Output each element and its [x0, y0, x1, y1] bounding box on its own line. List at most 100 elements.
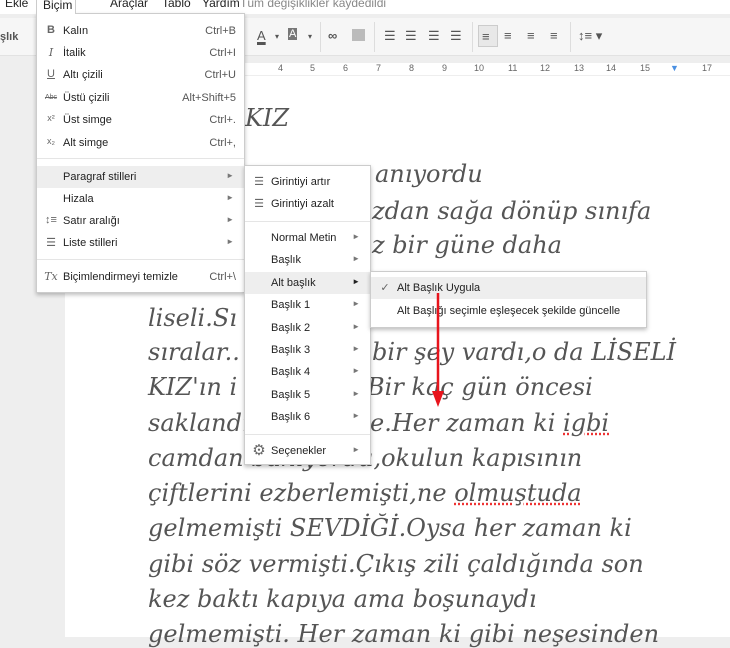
doc-text: saklandı: [148, 409, 250, 437]
align-right-icon[interactable]: ≡: [527, 28, 535, 43]
subscript-icon: x₂: [47, 136, 55, 146]
chevron-right-icon: ►: [352, 366, 360, 375]
style-select[interactable]: şlık: [0, 31, 18, 43]
doc-text: kez baktı kapıya ama boşunaydı: [148, 585, 537, 613]
strikethrough-icon: Abc: [44, 94, 58, 101]
menu-item-heading-5[interactable]: Başlık 5 ►: [245, 384, 370, 406]
ruler-number: 15: [640, 63, 651, 73]
menu-item-bold[interactable]: B Kalın Ctrl+B: [37, 20, 244, 42]
menu-bicim[interactable]: Biçim: [36, 0, 76, 14]
indent-increase-icon[interactable]: ☰: [450, 28, 462, 44]
doc-text: KIZ: [245, 104, 290, 132]
list-icon: ☰: [46, 237, 56, 249]
ruler-number: 7: [376, 63, 382, 73]
chevron-right-icon: ►: [352, 389, 360, 398]
menu-bar: Ekle Araçlar Tablo Yardım Tüm değişiklik…: [0, 0, 730, 14]
indent-decrease-icon[interactable]: ☰: [428, 28, 440, 44]
line-spacing-icon[interactable]: ↕≡ ▾: [578, 28, 602, 44]
bold-icon: B: [47, 24, 55, 36]
doc-text: anıyordu: [375, 160, 483, 188]
save-status: Tüm değişiklikler kaydedildi: [240, 0, 387, 10]
menu-ekle[interactable]: Ekle: [5, 0, 28, 10]
chevron-right-icon: ►: [352, 277, 360, 286]
chevron-right-icon: ►: [226, 237, 234, 246]
menu-item-subtitle[interactable]: Alt başlık ►: [245, 272, 370, 294]
chevron-down-icon[interactable]: ▾: [275, 32, 279, 41]
menu-item-indent-increase[interactable]: ☰ Girintiyi artır: [245, 171, 370, 193]
text-color-icon[interactable]: A: [257, 28, 266, 43]
superscript-icon: x²: [47, 113, 55, 123]
link-icon[interactable]: ∞: [328, 28, 337, 43]
indent-decrease-icon: ☰: [254, 198, 264, 210]
menu-item-italic[interactable]: I İtalik Ctrl+I: [37, 42, 244, 64]
ruler-number: 8: [409, 63, 415, 73]
image-icon[interactable]: [352, 29, 365, 41]
numbered-list-icon[interactable]: ☰: [384, 28, 396, 44]
justify-icon[interactable]: ≡: [550, 28, 558, 43]
menu-item-line-spacing[interactable]: ↕≡ Satır aralığı ►: [37, 210, 244, 232]
doc-text: zdan sağa dönüp sınıfa: [372, 197, 652, 225]
align-center-icon[interactable]: ≡: [504, 28, 512, 43]
menu-item-paragraph-styles[interactable]: Paragraf stilleri ►: [37, 166, 244, 188]
menu-item-title[interactable]: Başlık ►: [245, 249, 370, 271]
ruler-number: 4: [278, 63, 284, 73]
gear-icon: ⚙: [252, 442, 266, 459]
menu-item-apply-subtitle[interactable]: ✓ Alt Başlık Uygula: [371, 277, 646, 299]
highlight-color-icon[interactable]: A: [288, 28, 298, 40]
format-menu: B Kalın Ctrl+B I İtalik Ctrl+I U Altı çizili C…: [36, 13, 245, 293]
menu-item-strikethrough[interactable]: Abc Üstü çizili Alt+Shift+5: [37, 87, 244, 109]
menu-araclar[interactable]: Araçlar: [110, 0, 148, 10]
menu-item-heading-2[interactable]: Başlık 2 ►: [245, 317, 370, 339]
chevron-right-icon: ►: [352, 232, 360, 241]
menu-item-update-subtitle[interactable]: Alt Başlığı seçimle eşleşecek şekilde gü…: [371, 300, 646, 322]
menu-item-align[interactable]: Hizala ►: [37, 188, 244, 210]
doc-text: sıralar..: [148, 338, 240, 366]
chevron-right-icon: ►: [226, 215, 234, 224]
menu-item-subscript[interactable]: x₂ Alt simge Ctrl+,: [37, 132, 244, 154]
paragraph-styles-menu: ☰ Girintiyi artır ☰ Girintiyi azalt Normal…: [244, 165, 371, 465]
align-left-icon[interactable]: ≡: [478, 25, 498, 47]
doc-text: KIZ'ın i: [148, 373, 238, 401]
chevron-right-icon: ►: [226, 193, 234, 202]
menu-item-options[interactable]: ⚙ Seçenekler ►: [245, 440, 370, 462]
doc-text: gelmemişti. Her zaman ki gibi neşesinden: [148, 620, 660, 648]
bulleted-list-icon[interactable]: ☰: [405, 28, 417, 44]
menu-item-clear-formatting[interactable]: Tx Biçimlendirmeyi temizle Ctrl+\: [37, 266, 244, 288]
menu-item-heading-1[interactable]: Başlık 1 ►: [245, 294, 370, 316]
doc-text: gibi söz vermişti.Çıkış zili çaldığında …: [148, 550, 644, 578]
menu-item-underline[interactable]: U Altı çizili Ctrl+U: [37, 64, 244, 86]
ruler-number: 9: [442, 63, 448, 73]
doc-text: Bir kaç gün öncesi: [367, 373, 593, 401]
menu-item-superscript[interactable]: x² Üst simge Ctrl+.: [37, 109, 244, 131]
menu-item-heading-4[interactable]: Başlık 4 ►: [245, 361, 370, 383]
chevron-right-icon: ►: [352, 411, 360, 420]
doc-text: z bir güne daha: [372, 231, 562, 259]
ruler-number: 13: [574, 63, 585, 73]
ruler-number: 11: [508, 63, 518, 73]
ruler-number: 6: [343, 63, 349, 73]
chevron-right-icon: ►: [352, 445, 360, 454]
misspelled-word[interactable]: olmuştuda: [454, 479, 581, 507]
menu-item-indent-decrease[interactable]: ☰ Girintiyi azalt: [245, 193, 370, 215]
doc-text: çiftlerini ezberlemişti,ne: [148, 479, 455, 507]
red-arrow-annotation: [432, 293, 444, 407]
italic-icon: I: [48, 46, 54, 59]
menu-yardim[interactable]: Yardım: [202, 0, 240, 10]
menu-tablo[interactable]: Tablo: [162, 0, 191, 10]
chevron-right-icon: ►: [352, 299, 360, 308]
ruler-number: 12: [540, 63, 551, 73]
misspelled-word[interactable]: igbi: [563, 409, 609, 437]
indent-marker[interactable]: ▼: [670, 63, 679, 73]
chevron-right-icon: ►: [352, 322, 360, 331]
ruler-number: 5: [310, 63, 316, 73]
ruler-number: 17: [702, 63, 713, 73]
menu-item-heading-6[interactable]: Başlık 6 ►: [245, 406, 370, 428]
clear-formatting-icon: Tx: [44, 270, 58, 283]
doc-text: bir şey vardı,o da LİSELİ: [372, 338, 677, 366]
chevron-down-icon[interactable]: ▾: [308, 32, 312, 41]
line-spacing-icon: ↕≡: [45, 214, 57, 226]
menu-item-heading-3[interactable]: Başlık 3 ►: [245, 339, 370, 361]
doc-text: e.Her zaman ki: [370, 409, 564, 437]
menu-item-normal-text[interactable]: Normal Metin ►: [245, 227, 370, 249]
menu-item-list-styles[interactable]: ☰ Liste stilleri ►: [37, 232, 244, 254]
